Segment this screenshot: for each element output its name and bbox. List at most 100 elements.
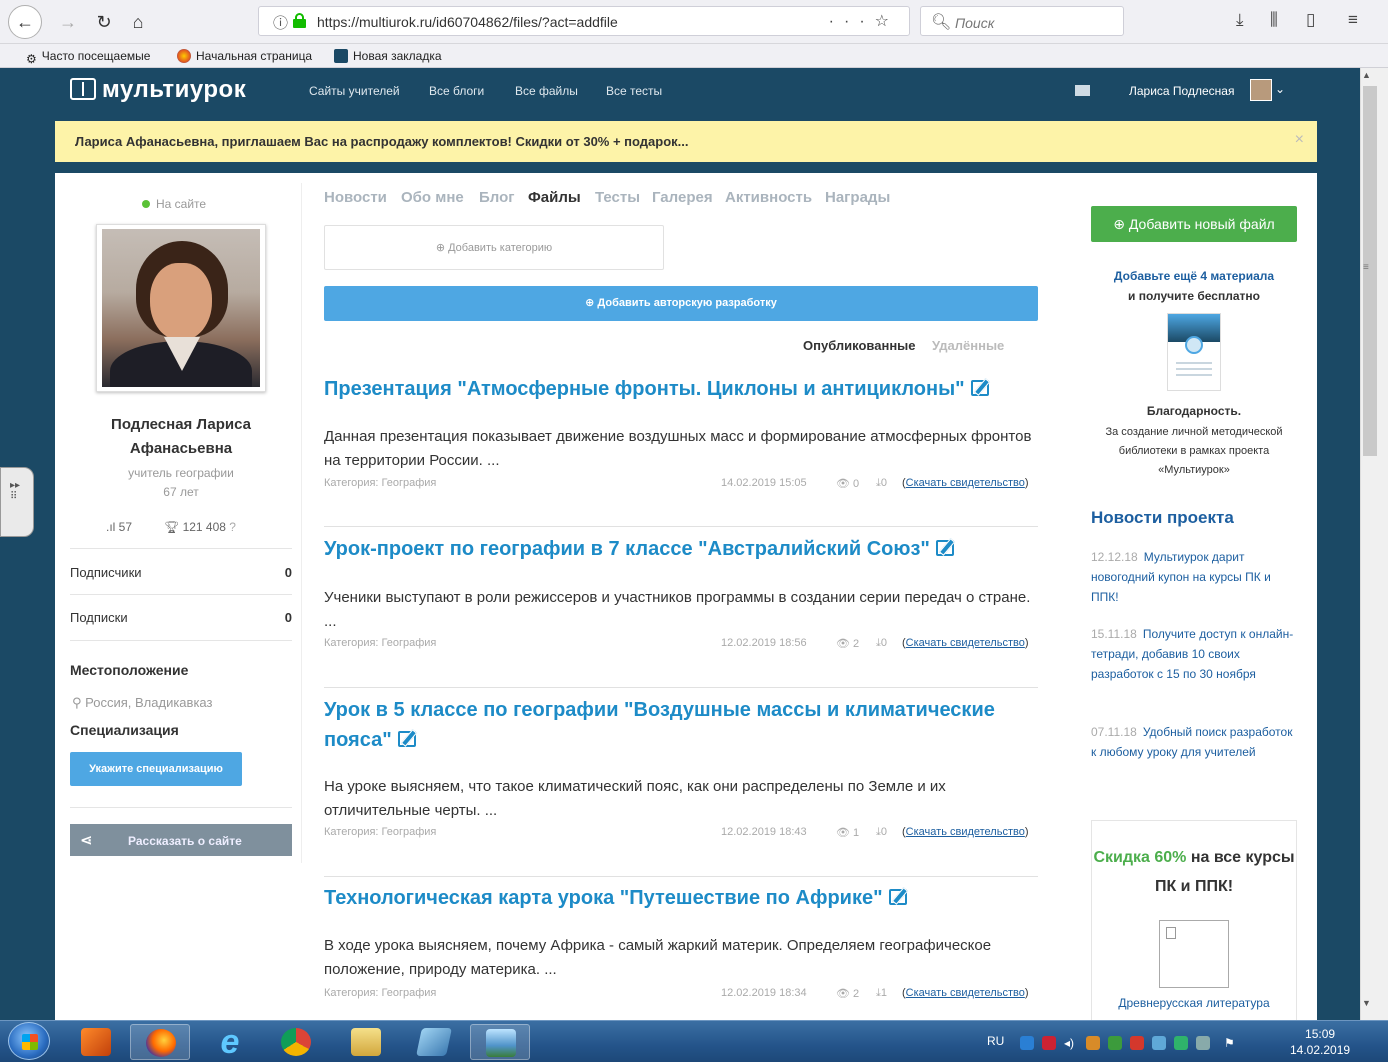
back-button[interactable]: ← bbox=[8, 5, 42, 39]
share-site-button[interactable]: ⋖ Рассказать о сайте bbox=[70, 824, 292, 856]
news-item[interactable]: 07.11.18 Удобный поиск разработок к любом… bbox=[1091, 722, 1301, 762]
tray-app-icon[interactable] bbox=[1020, 1036, 1034, 1050]
menu-icon[interactable]: ≡ bbox=[1348, 10, 1358, 30]
page-actions-icons[interactable]: ···☆ bbox=[829, 11, 899, 31]
eye-icon: 👁︎ bbox=[836, 478, 854, 490]
taskbar-app-firefox[interactable] bbox=[130, 1024, 190, 1060]
user-name[interactable]: Лариса Подлесная bbox=[1129, 84, 1234, 98]
article-title[interactable]: Презентация "Атмосферные фронты. Циклоны… bbox=[324, 374, 1038, 404]
url-bar[interactable]: ⓘ https://multiurok.ru/id60704862/files/… bbox=[258, 6, 910, 36]
tray-app-icon[interactable] bbox=[1130, 1036, 1144, 1050]
tray-app-icon[interactable] bbox=[1086, 1036, 1100, 1050]
download-certificate-link[interactable]: (Скачать свидетельство) bbox=[902, 477, 1029, 489]
site-logo[interactable]: мультиурок bbox=[70, 76, 246, 104]
ad-image[interactable] bbox=[1159, 920, 1229, 988]
nav-all-blogs[interactable]: Все блоги bbox=[429, 84, 484, 98]
article-category[interactable]: Категория: География bbox=[324, 477, 436, 489]
downloads-icon[interactable]: ⤓ bbox=[1236, 10, 1244, 30]
subscribers-row[interactable]: Подписчики 0 bbox=[70, 565, 292, 580]
help-icon[interactable]: ? bbox=[226, 520, 236, 534]
download-certificate-link[interactable]: (Скачать свидетельство) bbox=[902, 826, 1029, 838]
network-icon[interactable] bbox=[1108, 1036, 1122, 1050]
info-icon[interactable]: ⓘ bbox=[273, 12, 288, 33]
tray-app-icon[interactable] bbox=[1152, 1036, 1166, 1050]
nav-all-files[interactable]: Все файлы bbox=[515, 84, 578, 98]
taskbar-app-picture[interactable] bbox=[470, 1024, 530, 1060]
article-views: 👁︎ 0 bbox=[836, 478, 860, 490]
download-certificate-link[interactable]: (Скачать свидетельство) bbox=[902, 637, 1029, 649]
edit-icon[interactable] bbox=[397, 731, 416, 747]
article-title[interactable]: Урок в 5 классе по географии "Воздушные … bbox=[324, 695, 1038, 755]
promo-text[interactable]: Лариса Афанасьевна, приглашаем Вас на ра… bbox=[75, 134, 689, 149]
article-title[interactable]: Урок-проект по географии в 7 классе "Авс… bbox=[324, 534, 1038, 564]
add-category-button[interactable]: ⊕ Добавить категорию bbox=[324, 225, 664, 270]
news-item[interactable]: 12.12.18 Мультиурок дарит новогодний купо… bbox=[1091, 547, 1301, 607]
tab-news[interactable]: Новости bbox=[324, 189, 387, 206]
taskbar-app-notes[interactable] bbox=[404, 1024, 464, 1060]
online-status: На сайте bbox=[142, 197, 206, 211]
promo-line-1[interactable]: Добавьте ещё 4 материала bbox=[1091, 266, 1297, 286]
scroll-down-icon[interactable]: ▼ bbox=[1362, 998, 1371, 1008]
library-icon[interactable]: ⫼ bbox=[1270, 10, 1278, 30]
reload-button[interactable]: ↻ bbox=[90, 8, 118, 36]
start-button[interactable] bbox=[8, 1022, 50, 1060]
tab-tests[interactable]: Тесты bbox=[595, 189, 640, 206]
ad-caption[interactable]: Древнерусская литература bbox=[1091, 996, 1297, 1010]
chevron-down-icon[interactable]: ⌄ bbox=[1275, 82, 1285, 96]
volume-icon[interactable]: ◂) bbox=[1064, 1036, 1078, 1050]
nav-teacher-sites[interactable]: Сайты учителей bbox=[309, 84, 400, 98]
sidebar-toggle-icon[interactable]: ▯ bbox=[1306, 10, 1315, 30]
side-panel-handle[interactable]: ▸▸ ⠿ bbox=[0, 467, 34, 537]
tray-app-icon[interactable] bbox=[1174, 1036, 1188, 1050]
add-new-file-button[interactable]: ⊕ Добавить новый файл bbox=[1091, 206, 1297, 242]
tab-blog[interactable]: Блог bbox=[479, 189, 515, 206]
system-clock[interactable]: 15:09 14.02.2019 bbox=[1290, 1026, 1350, 1058]
gear-icon: ⚙ bbox=[26, 52, 37, 66]
divider bbox=[324, 526, 1038, 527]
nav-all-tests[interactable]: Все тесты bbox=[606, 84, 662, 98]
divider bbox=[70, 548, 292, 549]
tab-about[interactable]: Обо мне bbox=[401, 189, 464, 206]
tab-awards[interactable]: Награды bbox=[825, 189, 890, 206]
news-item[interactable]: 15.11.18 Получите доступ к онлайн-тетради… bbox=[1091, 624, 1301, 684]
bookmark-home[interactable]: Начальная страница bbox=[177, 49, 312, 63]
tab-files[interactable]: Файлы bbox=[528, 189, 581, 206]
filter-deleted[interactable]: Удалённые bbox=[932, 338, 1004, 353]
close-icon[interactable]: × bbox=[1295, 131, 1304, 149]
taskbar-app-media[interactable] bbox=[66, 1024, 126, 1060]
taskbar-app-ie[interactable]: e bbox=[200, 1024, 260, 1060]
add-development-button[interactable]: ⊕ Добавить авторскую разработку bbox=[324, 286, 1038, 321]
mail-icon[interactable] bbox=[1075, 85, 1090, 96]
download-certificate-link[interactable]: (Скачать свидетельство) bbox=[902, 987, 1029, 999]
tab-gallery[interactable]: Галерея bbox=[652, 189, 713, 206]
edit-icon[interactable] bbox=[970, 380, 989, 396]
action-center-flag-icon[interactable]: ⚑ bbox=[1224, 1036, 1238, 1050]
forward-button[interactable]: → bbox=[54, 8, 82, 36]
taskbar-app-explorer[interactable] bbox=[336, 1024, 396, 1060]
article-category[interactable]: Категория: География bbox=[324, 637, 436, 649]
tab-activity[interactable]: Активность bbox=[725, 189, 812, 206]
tray-app-icon[interactable] bbox=[1196, 1036, 1210, 1050]
filter-published[interactable]: Опубликованные bbox=[803, 338, 916, 353]
tray-app-icon[interactable] bbox=[1042, 1036, 1056, 1050]
edit-icon[interactable] bbox=[888, 889, 907, 905]
article-category[interactable]: Категория: География bbox=[324, 987, 436, 999]
bookmark-new[interactable]: Новая закладка bbox=[334, 49, 442, 63]
subscriptions-row[interactable]: Подписки 0 bbox=[70, 610, 292, 625]
ad-title[interactable]: Скидка 60% на все курсы ПК и ППК! bbox=[1091, 843, 1297, 901]
user-avatar[interactable] bbox=[1250, 79, 1272, 101]
promo-banner[interactable]: Лариса Афанасьевна, приглашаем Вас на ра… bbox=[55, 121, 1317, 162]
scroll-up-icon[interactable]: ▲ bbox=[1362, 70, 1371, 80]
article-category[interactable]: Категория: География bbox=[324, 826, 436, 838]
bar-chart-icon: .ıl bbox=[106, 520, 119, 534]
specify-specialization-button[interactable]: Укажите специализацию bbox=[70, 752, 242, 786]
project-news-heading[interactable]: Новости проекта bbox=[1091, 508, 1234, 528]
article-title[interactable]: Технологическая карта урока "Путешествие… bbox=[324, 883, 1038, 913]
browser-search-input[interactable]: 🔍︎ Поиск bbox=[920, 6, 1124, 36]
taskbar-app-chrome[interactable] bbox=[266, 1024, 326, 1060]
divider bbox=[70, 594, 292, 595]
language-indicator[interactable]: RU bbox=[987, 1034, 1004, 1048]
bookmark-most-visited[interactable]: ⚙ Часто посещаемые bbox=[26, 49, 150, 66]
home-button[interactable]: ⌂ bbox=[124, 8, 152, 36]
edit-icon[interactable] bbox=[935, 540, 954, 556]
